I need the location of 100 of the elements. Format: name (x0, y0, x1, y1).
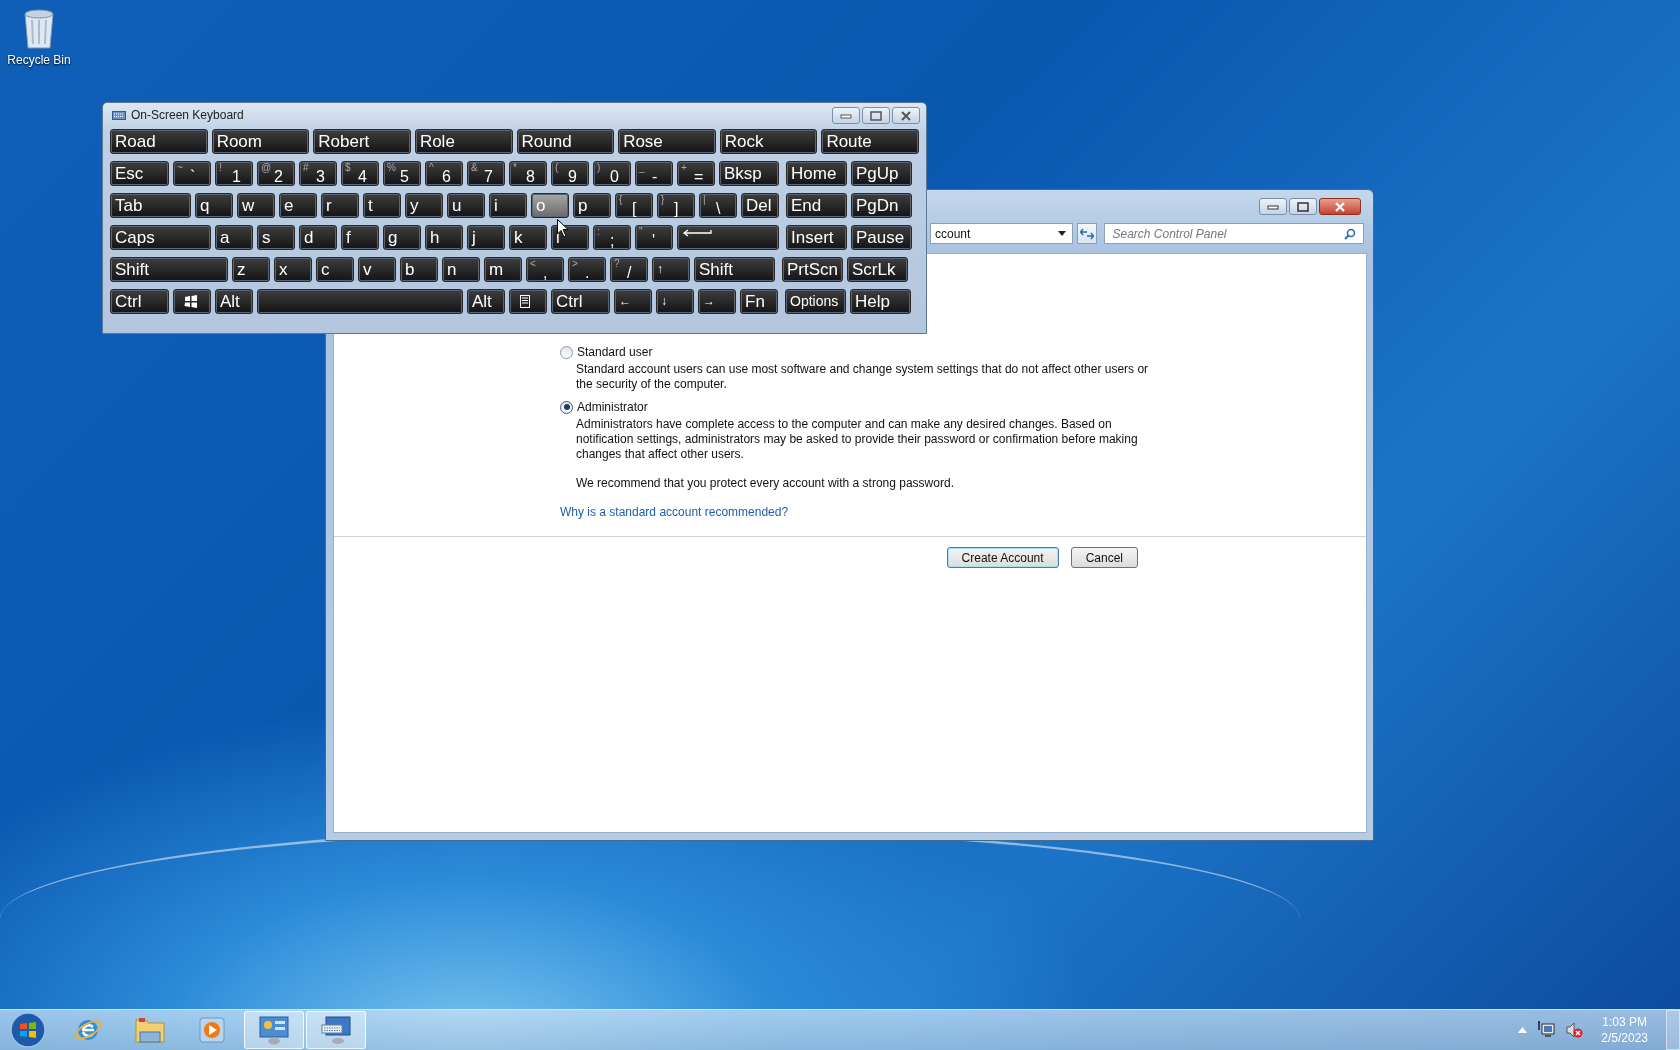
keyboard-key[interactable]: z (232, 257, 270, 282)
muted-speaker-icon[interactable] (1565, 1021, 1584, 1039)
keyboard-key[interactable]: j (467, 225, 505, 250)
keyboard-key[interactable]: v (358, 257, 396, 282)
keyboard-key[interactable]: f (341, 225, 379, 250)
keyboard-key[interactable]: _ - (635, 161, 673, 186)
keyboard-key[interactable]: PgDn (851, 193, 912, 218)
keyboard-key[interactable]: t (363, 193, 401, 218)
suggestion-key[interactable]: Rose (618, 129, 716, 154)
suggestion-key[interactable]: Robert (313, 129, 411, 154)
keyboard-key[interactable]: q (195, 193, 233, 218)
keyboard-key[interactable]: : ; (593, 225, 631, 250)
radio-button[interactable] (560, 400, 573, 414)
keyboard-key[interactable]: b (400, 257, 438, 282)
keyboard-key[interactable]: * 8 (509, 161, 547, 186)
keyboard-key[interactable]: Insert (786, 225, 847, 250)
close-button[interactable] (1319, 198, 1361, 215)
keyboard-key[interactable]: Alt (467, 289, 505, 314)
keyboard-key[interactable]: @ 2 (257, 161, 295, 186)
keyboard-key[interactable]: x (274, 257, 312, 282)
keyboard-key[interactable]: Alt (215, 289, 253, 314)
minimize-button[interactable] (1259, 198, 1287, 215)
maximize-button[interactable] (1289, 198, 1317, 215)
search-field[interactable]: Search Control Panel (1104, 223, 1364, 244)
keyboard-key[interactable]: + = (677, 161, 715, 186)
keyboard-key[interactable]: e (279, 193, 317, 218)
keyboard-key[interactable]: Home (786, 161, 847, 186)
keyboard-key[interactable]: c (316, 257, 354, 282)
keyboard-key[interactable]: ↑ (652, 257, 690, 282)
radio-label[interactable]: Administrator (577, 400, 648, 414)
keyboard-key[interactable]: r (321, 193, 359, 218)
keyboard-key[interactable]: Help (850, 289, 911, 314)
keyboard-key[interactable]: → (698, 289, 736, 314)
keyboard-key[interactable]: n (442, 257, 480, 282)
desktop-icon-label[interactable]: Recycle Bin (7, 53, 71, 67)
search-icon[interactable] (1344, 228, 1356, 240)
cancel-button[interactable]: Cancel (1070, 547, 1138, 568)
suggestion-key[interactable]: Round (516, 129, 615, 154)
keyboard-key[interactable]: y (405, 193, 443, 218)
suggestion-key[interactable]: Role (414, 129, 513, 154)
minimize-button[interactable] (832, 107, 860, 124)
keyboard-key[interactable]: u (447, 193, 485, 218)
keyboard-key[interactable]: d (299, 225, 337, 250)
keyboard-key[interactable]: k (509, 225, 547, 250)
network-icon[interactable] (1537, 1021, 1556, 1039)
keyboard-key[interactable]: ! 1 (215, 161, 253, 186)
keyboard-key[interactable]: ↓ (656, 289, 694, 314)
dropdown-caret-icon[interactable] (1058, 231, 1067, 236)
keyboard-key[interactable]: Fn (740, 289, 778, 314)
keyboard-key[interactable] (173, 289, 211, 314)
create-account-button[interactable]: Create Account (946, 547, 1059, 568)
keyboard-key[interactable]: % 5 (383, 161, 421, 186)
keyboard-key[interactable]: End (786, 193, 847, 218)
keyboard-key[interactable]: Esc (110, 161, 169, 186)
keyboard-key[interactable]: m (484, 257, 522, 282)
keyboard-key[interactable]: s (257, 225, 295, 250)
keyboard-key[interactable]: ( 9 (551, 161, 589, 186)
keyboard-key[interactable]: Shift (110, 257, 228, 282)
help-link[interactable]: Why is a standard account recommended? (560, 505, 789, 519)
keyboard-key[interactable]: Shift (694, 257, 775, 282)
keyboard-key[interactable]: ~ ` (173, 161, 211, 186)
keyboard-key[interactable]: h (425, 225, 463, 250)
keyboard-key[interactable]: Pause (851, 225, 912, 250)
maximize-button[interactable] (862, 107, 890, 124)
keyboard-key[interactable]: PrtScn (782, 257, 843, 282)
keyboard-key[interactable]: Ctrl (110, 289, 169, 314)
keyboard-key[interactable]: PgUp (851, 161, 912, 186)
keyboard-key[interactable]: Tab (110, 193, 191, 218)
keyboard-key[interactable]: } ] (657, 193, 695, 218)
keyboard-key[interactable]: ) 0 (593, 161, 631, 186)
keyboard-key[interactable]: $ 4 (341, 161, 379, 186)
radio-button[interactable] (560, 345, 573, 359)
keyboard-key[interactable]: ScrLk (847, 257, 908, 282)
keyboard-key[interactable]: p (573, 193, 611, 218)
taskbar-button[interactable] (306, 1011, 366, 1049)
keyboard-key[interactable]: ← (614, 289, 652, 314)
keyboard-key[interactable]: Bksp (719, 161, 779, 186)
keyboard-key[interactable]: a (215, 225, 253, 250)
keyboard-key[interactable]: w (237, 193, 275, 218)
keyboard-key[interactable]: " ' (635, 225, 673, 250)
suggestion-key[interactable]: Room (211, 129, 310, 154)
keyboard-key[interactable]: > . (568, 257, 606, 282)
keyboard-key[interactable]: ^ 6 (425, 161, 463, 186)
refresh-button[interactable] (1077, 223, 1098, 244)
keyboard-key[interactable]: Options (785, 289, 846, 314)
suggestion-key[interactable]: Route (821, 129, 919, 154)
keyboard-key[interactable]: Caps (110, 225, 211, 250)
keyboard-key[interactable]: o (531, 193, 569, 218)
taskbar-button[interactable] (244, 1011, 304, 1049)
keyboard-key[interactable] (677, 225, 779, 250)
radio-label[interactable]: Standard user (577, 345, 653, 359)
recycle-bin-icon[interactable] (22, 6, 56, 50)
keyboard-key[interactable]: < , (526, 257, 564, 282)
keyboard-key[interactable]: ? / (610, 257, 648, 282)
suggestion-key[interactable]: Road (110, 129, 208, 154)
keyboard-key[interactable]: & 7 (467, 161, 505, 186)
keyboard-key[interactable] (509, 289, 547, 314)
keyboard-key[interactable]: i (489, 193, 527, 218)
keyboard-key[interactable]: Del (741, 193, 779, 218)
keyboard-key[interactable]: g (383, 225, 421, 250)
